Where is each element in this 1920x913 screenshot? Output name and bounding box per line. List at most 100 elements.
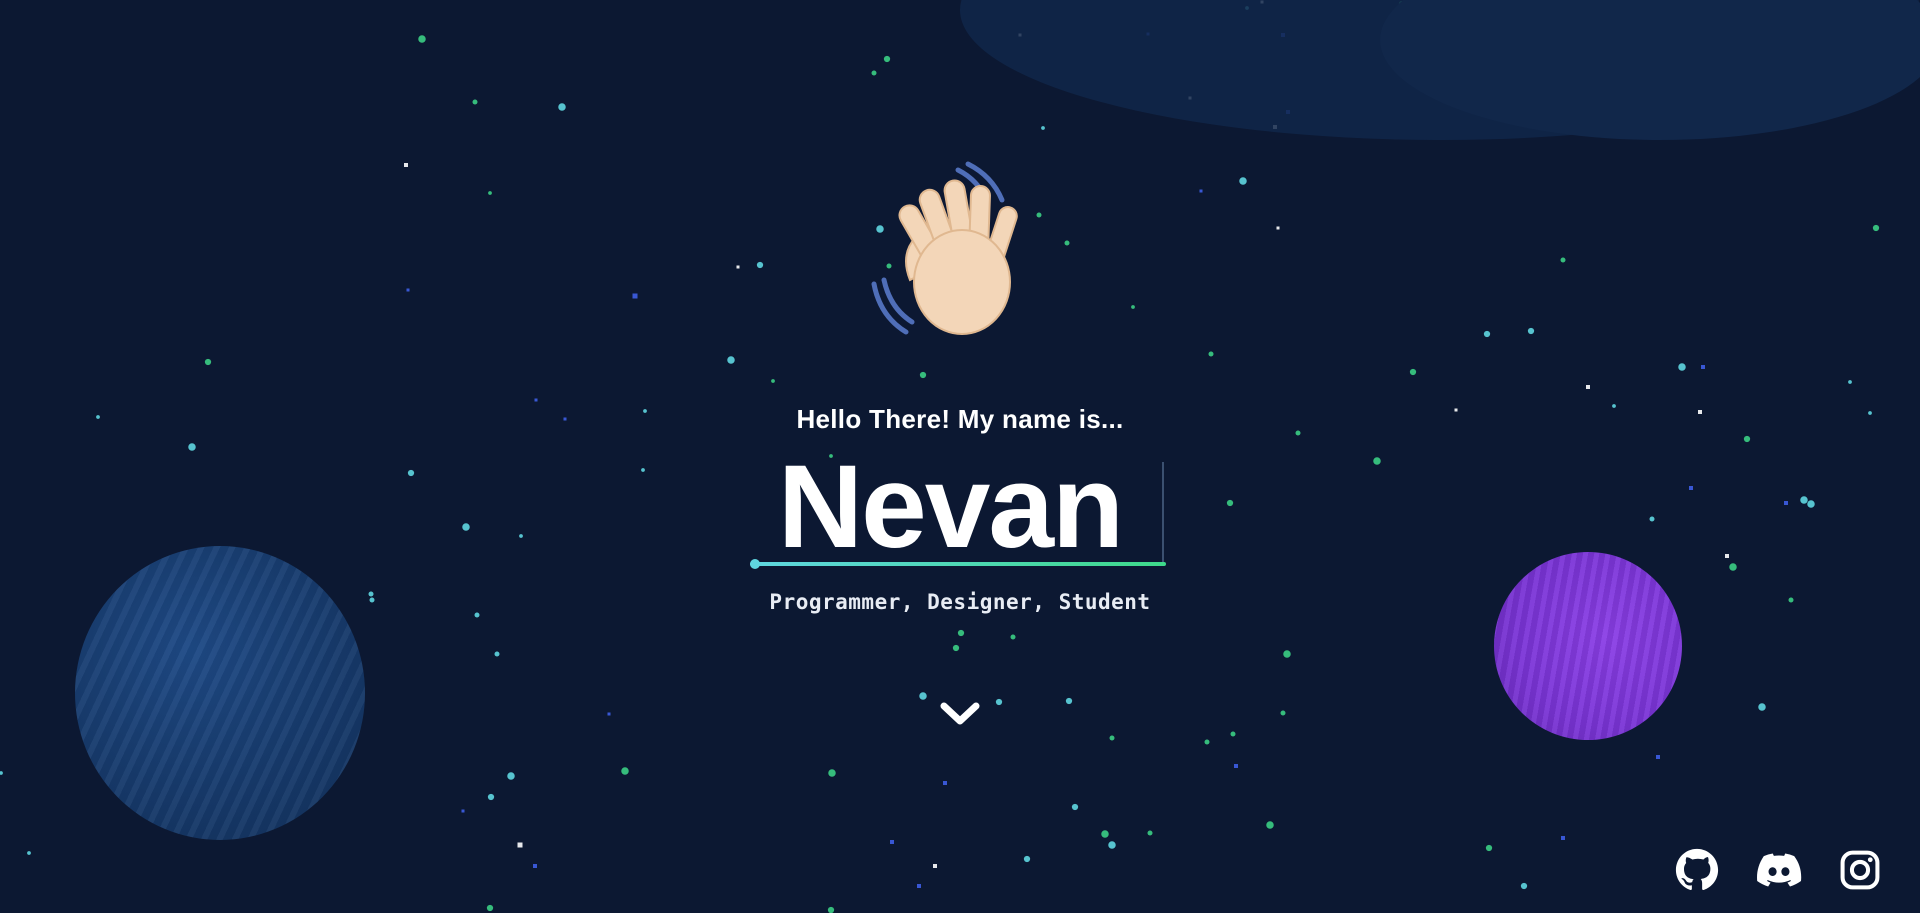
star xyxy=(919,692,927,700)
star xyxy=(957,629,965,637)
star xyxy=(1283,650,1291,658)
star xyxy=(1725,554,1729,558)
star xyxy=(533,864,537,868)
star xyxy=(952,644,960,652)
star xyxy=(1373,457,1381,465)
star xyxy=(406,288,410,292)
instagram-icon[interactable] xyxy=(1838,848,1882,892)
star xyxy=(1800,496,1808,504)
star xyxy=(1276,226,1280,230)
star xyxy=(1041,126,1045,130)
star xyxy=(1065,697,1073,705)
star xyxy=(1848,380,1852,384)
typing-caret xyxy=(1162,462,1164,562)
star xyxy=(1023,855,1031,863)
star xyxy=(632,293,638,299)
star xyxy=(472,99,478,105)
star xyxy=(1108,841,1116,849)
underline-dot xyxy=(750,559,760,569)
star xyxy=(1527,327,1535,335)
star xyxy=(461,809,465,813)
chevron-down-icon[interactable] xyxy=(938,698,982,728)
star xyxy=(507,772,515,780)
star xyxy=(943,781,947,785)
star xyxy=(917,884,921,888)
star xyxy=(204,358,212,366)
star xyxy=(487,793,495,801)
star xyxy=(1199,189,1203,193)
star xyxy=(919,371,927,379)
star xyxy=(1131,305,1135,309)
star xyxy=(1485,844,1493,852)
star xyxy=(1064,240,1070,246)
star xyxy=(1561,836,1565,840)
star xyxy=(488,191,492,195)
github-icon[interactable] xyxy=(1675,848,1719,892)
star xyxy=(1409,368,1417,376)
star xyxy=(1656,755,1660,759)
star xyxy=(1586,385,1590,389)
star xyxy=(27,851,31,855)
greeting-text: Hello There! My name is... xyxy=(796,404,1124,434)
star xyxy=(1010,634,1016,640)
star xyxy=(1266,821,1274,829)
star xyxy=(519,534,523,538)
star xyxy=(1758,703,1766,711)
star xyxy=(1147,830,1153,836)
star xyxy=(188,443,196,451)
star xyxy=(494,651,500,657)
name-heading-wrap: Nevan xyxy=(750,441,1170,573)
star xyxy=(883,55,891,63)
star xyxy=(1071,803,1079,811)
star xyxy=(890,840,894,844)
star xyxy=(1678,363,1686,371)
star xyxy=(418,35,426,43)
name-heading: Nevan xyxy=(777,441,1124,573)
star xyxy=(871,70,877,76)
star xyxy=(1743,435,1751,443)
star xyxy=(404,163,408,167)
star xyxy=(1230,731,1236,737)
star xyxy=(534,398,538,402)
star xyxy=(621,767,629,775)
star xyxy=(1560,257,1566,263)
star xyxy=(771,379,775,383)
star xyxy=(1101,830,1109,838)
star xyxy=(828,769,836,777)
star xyxy=(736,265,740,269)
star xyxy=(1204,739,1210,745)
discord-icon[interactable] xyxy=(1755,848,1803,892)
star xyxy=(641,468,645,472)
star xyxy=(1239,177,1247,185)
star xyxy=(756,261,764,269)
waving-hand-icon xyxy=(871,161,1018,335)
star xyxy=(827,906,835,913)
star xyxy=(1234,764,1238,768)
star xyxy=(1807,500,1815,508)
star xyxy=(517,842,523,848)
star xyxy=(1483,330,1491,338)
roles-text: Programmer, Designer, Student xyxy=(769,590,1151,614)
star xyxy=(995,698,1003,706)
star xyxy=(1109,735,1115,741)
star xyxy=(933,864,937,868)
star xyxy=(1689,486,1693,490)
star xyxy=(1872,224,1880,232)
star xyxy=(558,103,566,111)
star xyxy=(1784,501,1788,505)
name-underline xyxy=(750,562,1166,566)
star xyxy=(1280,710,1286,716)
star xyxy=(407,469,415,477)
purple-planet xyxy=(1494,552,1682,740)
star xyxy=(727,356,735,364)
star xyxy=(1701,365,1705,369)
star xyxy=(1649,516,1655,522)
star xyxy=(0,771,3,775)
star xyxy=(1729,563,1737,571)
star xyxy=(486,904,494,912)
star xyxy=(1208,351,1214,357)
star xyxy=(607,712,611,716)
star xyxy=(1226,499,1234,507)
star xyxy=(1520,882,1528,890)
star xyxy=(462,523,470,531)
